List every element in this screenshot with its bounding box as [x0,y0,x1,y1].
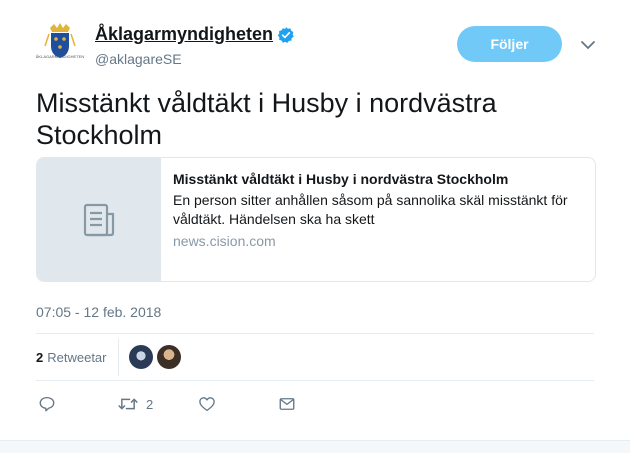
retweet-stat-count: 2 [36,349,44,365]
tweet-text: Misstänkt våldtäkt i Husby i nordvästra … [36,88,497,150]
account-handle[interactable]: @aklagareSE [95,51,182,67]
divider [36,380,594,381]
tweet-menu-button[interactable] [580,38,596,50]
like-button[interactable] [198,393,216,415]
crest-icon [44,23,76,58]
account-name-row[interactable]: Åklagarmyndigheten [95,24,295,45]
stats-separator [118,338,120,376]
card-title: Misstänkt våldtäkt i Husby i nordvästra … [173,171,509,187]
reply-icon [39,396,55,412]
tweet-actions: 2 [36,393,336,417]
tweet-stats: 2 Retweetar [36,334,594,380]
heart-icon [199,397,215,412]
verified-badge-icon [277,26,294,43]
following-button[interactable]: Följer [457,26,562,62]
chevron-down-icon [581,41,595,50]
retweet-button[interactable]: 2 [118,393,153,415]
retweet-icon [118,398,138,410]
link-card[interactable]: Misstänkt våldtäkt i Husby i nordvästra … [36,157,596,282]
direct-message-button[interactable] [278,393,296,415]
account-name[interactable]: Åklagarmyndigheten [95,24,273,45]
card-domain: news.cision.com [173,233,276,249]
account-avatar[interactable]: ÅKLAGARMYNDIGHETEN [36,20,84,68]
reply-button[interactable] [38,393,56,415]
document-icon [83,203,115,236]
retweeter-avatar[interactable] [129,345,154,369]
card-description: En person sitter anhållen såsom på sanno… [173,192,568,227]
retweet-count: 2 [146,396,154,412]
card-thumbnail [37,158,161,281]
bottom-bar [0,440,630,453]
retweet-stat-label: Retweetar [47,349,107,365]
tweet-timestamp[interactable]: 07:05 - 12 feb. 2018 [36,304,161,320]
retweet-stat[interactable]: 2 Retweetar [36,350,106,365]
avatar-caption: ÅKLAGARMYNDIGHETEN [35,54,85,59]
card-body: Misstänkt våldtäkt i Husby i nordvästra … [173,170,583,249]
envelope-icon [279,398,295,410]
retweeter-avatar[interactable] [157,345,182,369]
